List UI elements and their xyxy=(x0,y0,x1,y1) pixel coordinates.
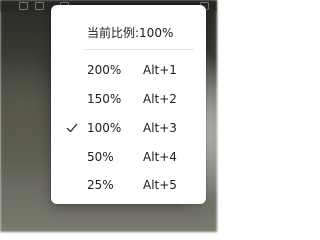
menu-item-shortcut: Alt+1 xyxy=(143,63,177,77)
toolbar-icon[interactable] xyxy=(35,2,44,10)
zoom-context-menu: 当前比例:100% 200% Alt+1 150% Alt+2 100% Alt… xyxy=(51,5,206,204)
toolbar-icon[interactable] xyxy=(19,2,28,10)
menu-item-shortcut: Alt+4 xyxy=(143,150,177,164)
menu-item-label: 50% xyxy=(87,150,114,164)
menu-item-shortcut: Alt+2 xyxy=(143,92,177,106)
menu-divider xyxy=(85,49,194,50)
menu-item-zoom-50[interactable]: 50% Alt+4 xyxy=(51,144,206,172)
menu-item-shortcut: Alt+3 xyxy=(143,121,177,135)
menu-item-shortcut: Alt+5 xyxy=(143,178,177,192)
menu-item-label: 200% xyxy=(87,63,122,77)
menu-item-label: 100% xyxy=(87,121,122,135)
menu-item-zoom-150[interactable]: 150% Alt+2 xyxy=(51,86,206,114)
current-zoom-label: 当前比例:100% xyxy=(87,26,174,40)
menu-item-label: 25% xyxy=(87,178,114,192)
menu-item-zoom-25[interactable]: 25% Alt+5 xyxy=(51,172,206,200)
checkmark-icon xyxy=(66,123,78,133)
menu-item-zoom-100[interactable]: 100% Alt+3 xyxy=(51,115,206,143)
menu-item-label: 150% xyxy=(87,92,122,106)
menu-item-zoom-200[interactable]: 200% Alt+1 xyxy=(51,57,206,85)
